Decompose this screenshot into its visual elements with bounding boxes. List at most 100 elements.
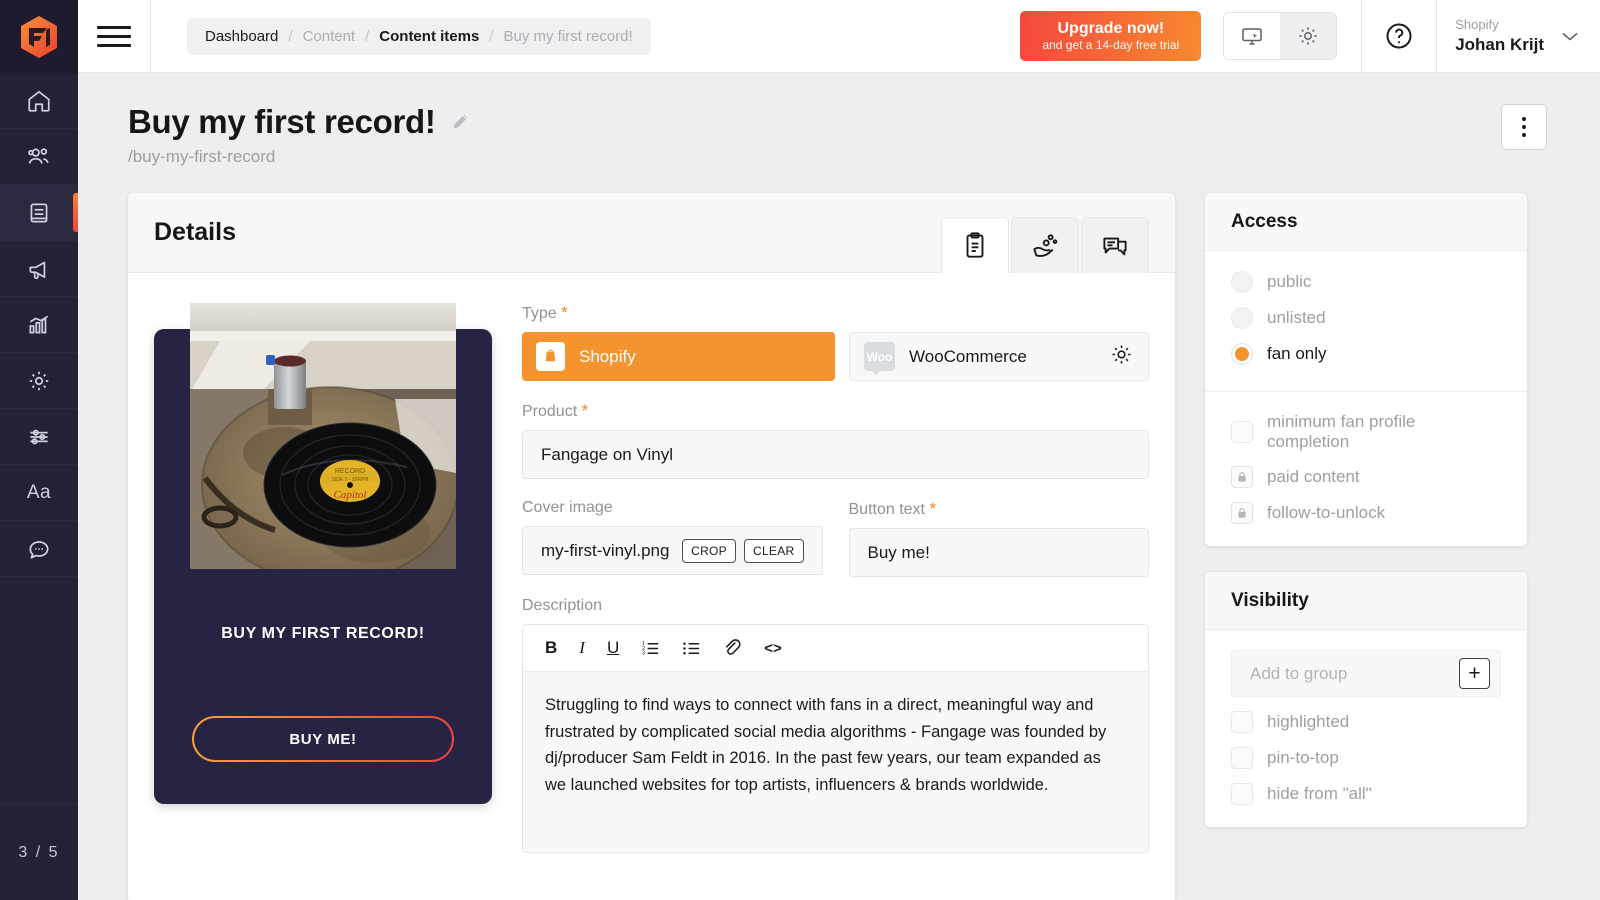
sidebar-item-content[interactable]	[0, 185, 78, 241]
type-options: Shopify Woo WooCommerce	[522, 332, 1149, 381]
more-options-button[interactable]	[1501, 104, 1547, 150]
visibility-check-label: highlighted	[1267, 712, 1350, 731]
breadcrumb-separator: /	[489, 27, 494, 45]
svg-text:RECORD: RECORD	[335, 468, 365, 475]
woo-badge-icon: Woo	[864, 342, 895, 375]
settings-mode-button[interactable]	[1280, 13, 1337, 59]
sidebar-item-typography[interactable]: Aa	[0, 465, 78, 521]
top-bar: Dashboard / Content / Content items / Bu…	[78, 0, 1600, 73]
plus-icon[interactable]: +	[1459, 658, 1490, 689]
visibility-check-pin-to-top[interactable]: pin-to-top	[1231, 747, 1501, 769]
cover-image-actions: CROP CLEAR	[682, 538, 804, 563]
visibility-panel: Visibility Add to group + highlighted pi…	[1205, 572, 1527, 827]
gear-icon	[29, 371, 49, 390]
product-label-text: Product	[522, 403, 578, 420]
radio-public[interactable]	[1231, 271, 1253, 293]
checkbox-minimum-fan-profile-completion[interactable]	[1231, 421, 1253, 443]
cover-image-field: Cover image my-first-vinyl.png CROP CLEA…	[522, 499, 823, 577]
breadcrumb-content[interactable]: Content	[303, 28, 356, 45]
tab-comments[interactable]	[1081, 217, 1149, 273]
button-text-label-text: Button text	[848, 501, 926, 518]
type-option-woocommerce[interactable]: Woo WooCommerce	[849, 332, 1149, 381]
sidebar-rail: Aa 3 / 5	[0, 0, 78, 900]
users-icon	[28, 147, 49, 164]
product-input[interactable]: Fangage on Vinyl	[522, 430, 1149, 479]
breadcrumb: Dashboard / Content / Content items / Bu…	[187, 17, 651, 55]
sidebar-item-settings[interactable]	[0, 353, 78, 409]
app-logo[interactable]	[0, 0, 78, 73]
breadcrumb-dashboard[interactable]: Dashboard	[205, 28, 278, 45]
details-card-header: Details	[128, 193, 1175, 273]
bullet-list-icon[interactable]	[682, 639, 701, 658]
button-text-input[interactable]: Buy me!	[848, 528, 1149, 577]
sidebar-item-fans[interactable]	[0, 129, 78, 185]
preview-cta-button[interactable]: BUY ME!	[192, 716, 454, 762]
lock-icon	[1231, 502, 1253, 524]
details-tabs	[941, 193, 1149, 273]
woocommerce-settings-button[interactable]	[1109, 342, 1134, 372]
access-check-label: paid content	[1267, 467, 1360, 486]
sidebar-item-preferences[interactable]	[0, 409, 78, 465]
access-option-label: public	[1267, 272, 1312, 291]
radio-unlisted[interactable]	[1231, 307, 1253, 329]
product-field: Product * Fangage on Vinyl	[522, 401, 1149, 479]
access-option-fan-only[interactable]: fan only	[1231, 343, 1501, 365]
required-marker: *	[561, 303, 568, 322]
svg-text:3: 3	[642, 650, 645, 656]
required-marker: *	[929, 499, 937, 518]
details-form: Type * Shopify Woo WooCommerce Product *…	[522, 303, 1149, 900]
preview-title: BUY MY FIRST RECORD!	[221, 625, 425, 642]
sidebar-item-campaigns[interactable]	[0, 241, 78, 297]
preview-mode-button[interactable]	[1224, 13, 1281, 59]
clipboard-icon	[966, 231, 984, 258]
bar-chart-icon	[29, 315, 49, 333]
ordered-list-icon[interactable]: 1 2 3	[641, 639, 660, 658]
cover-image-input[interactable]: my-first-vinyl.png CROP CLEAR	[522, 526, 823, 575]
access-option-public[interactable]: public	[1231, 271, 1501, 293]
breadcrumb-content-items[interactable]: Content items	[379, 28, 479, 45]
access-check-follow-to-unlock[interactable]: follow-to-unlock	[1231, 502, 1501, 524]
hamburger-icon[interactable]	[78, 25, 150, 47]
book-icon	[30, 202, 48, 223]
description-label: Description	[522, 597, 603, 614]
access-check-label: minimum fan profile completion	[1267, 412, 1416, 451]
access-panel: Access public unlisted fan only minimum …	[1205, 193, 1527, 546]
sidebar-items: Aa	[0, 73, 78, 804]
clear-button[interactable]: CLEAR	[743, 538, 804, 563]
crop-button[interactable]: CROP	[682, 538, 736, 563]
tab-details[interactable]	[941, 217, 1009, 273]
description-textarea[interactable]: Struggling to find ways to connect with …	[523, 672, 1148, 852]
tab-engagement[interactable]	[1011, 217, 1079, 273]
add-to-group-input[interactable]: Add to group +	[1231, 650, 1501, 697]
visibility-check-hide-from-all[interactable]: hide from "all"	[1231, 783, 1501, 805]
user-info: Shopify Johan Krijt	[1455, 17, 1544, 55]
bold-icon[interactable]: B	[545, 638, 557, 658]
sidebar-item-home[interactable]	[0, 73, 78, 129]
side-panels: Access public unlisted fan only minimum …	[1205, 193, 1527, 827]
upgrade-button[interactable]: Upgrade now! and get a 14-day free trial	[1020, 11, 1202, 61]
visibility-check-highlighted[interactable]: highlighted	[1231, 711, 1501, 733]
pencil-icon[interactable]	[450, 112, 470, 132]
type-option-label: Shopify	[579, 346, 636, 366]
access-option-unlisted[interactable]: unlisted	[1231, 307, 1501, 329]
access-body: public unlisted fan only	[1205, 251, 1527, 387]
code-icon[interactable]: <>	[764, 640, 782, 657]
user-menu[interactable]: Shopify Johan Krijt	[1437, 0, 1600, 72]
radio-fan-only[interactable]	[1231, 343, 1253, 365]
checkbox-highlighted[interactable]	[1231, 711, 1253, 733]
access-check-paid-content[interactable]: paid content	[1231, 466, 1501, 488]
link-icon[interactable]	[723, 638, 742, 658]
user-name: Johan Krijt	[1455, 34, 1544, 54]
chat-bubble-icon	[29, 540, 49, 559]
sidebar-item-analytics[interactable]	[0, 297, 78, 353]
more-vertical-icon	[1522, 117, 1526, 121]
checkbox-hide-from-all[interactable]	[1231, 783, 1253, 805]
underline-icon[interactable]: U	[607, 638, 619, 658]
help-button[interactable]	[1362, 21, 1436, 51]
sidebar-item-messages[interactable]	[0, 521, 78, 577]
checkbox-pin-to-top[interactable]	[1231, 747, 1253, 769]
type-option-shopify[interactable]: Shopify	[522, 332, 835, 381]
italic-icon[interactable]: I	[579, 638, 585, 658]
access-check-profile-completion[interactable]: minimum fan profile completion	[1231, 412, 1501, 452]
content-columns: Details RECORD SIDE 2 - 33RPM Capitol BU…	[78, 167, 1600, 900]
